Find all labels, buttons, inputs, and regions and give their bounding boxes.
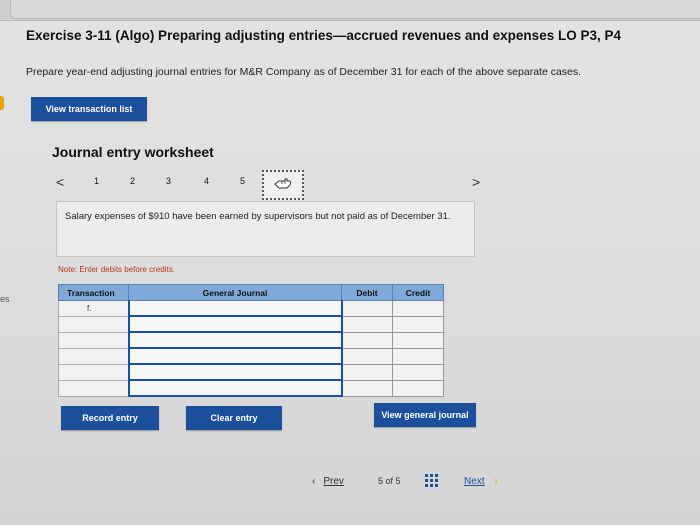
instructions-text: Prepare year-end adjusting journal entri…	[26, 66, 582, 78]
transaction-cell	[58, 363, 129, 381]
debit-column-header: Debit	[341, 284, 393, 301]
debit-input[interactable]	[341, 331, 393, 349]
pager-prev-arrow[interactable]: <	[56, 174, 64, 190]
account-input[interactable]	[127, 315, 343, 333]
debit-input[interactable]	[341, 347, 393, 365]
account-input[interactable]	[127, 363, 343, 381]
credit-input[interactable]	[392, 363, 444, 381]
general-journal-column-header: General Journal	[128, 284, 342, 301]
credit-input[interactable]	[392, 379, 444, 397]
debit-input[interactable]	[341, 363, 393, 381]
question-navigation: ‹ Prev 5 of 5 Next ›	[310, 472, 510, 492]
question-counter: 5 of 5	[378, 476, 401, 486]
transaction-cell: f.	[58, 300, 129, 317]
page-title: Exercise 3-11 (Algo) Preparing adjusting…	[26, 28, 621, 43]
credit-column-header: Credit	[392, 284, 444, 301]
debits-note: Note: Enter debits before credits.	[58, 265, 175, 274]
credit-input[interactable]	[392, 300, 444, 317]
journal-row: f.	[58, 300, 444, 317]
pager-page-5[interactable]: 5	[240, 176, 245, 186]
journal-row	[58, 347, 444, 365]
pager-page-4[interactable]: 4	[204, 176, 209, 186]
record-entry-button[interactable]: Record entry	[61, 406, 159, 430]
account-input[interactable]	[127, 379, 343, 397]
account-input[interactable]	[127, 347, 343, 365]
view-transaction-list-button[interactable]: View transaction list	[31, 97, 147, 121]
journal-row	[58, 363, 444, 381]
transaction-cell	[58, 331, 129, 349]
chevron-left-icon: ‹	[312, 476, 316, 487]
clear-entry-button[interactable]: Clear entry	[186, 406, 282, 430]
transaction-cell	[58, 315, 129, 333]
chevron-right-icon: ›	[494, 474, 498, 488]
account-input[interactable]	[127, 300, 343, 317]
side-edge-text: es	[0, 294, 10, 304]
journal-row	[58, 379, 444, 397]
journal-entry-table: Transaction General Journal Debit Credit…	[58, 284, 444, 397]
side-tab-indicator[interactable]	[0, 96, 4, 110]
pager-page-1[interactable]: 1	[94, 176, 99, 186]
transaction-cell	[58, 347, 129, 365]
journal-header-row: Transaction General Journal Debit Credit	[58, 284, 444, 301]
journal-row	[58, 315, 444, 333]
transaction-prompt-box: Salary expenses of $910 have been earned…	[56, 201, 475, 257]
prev-label: Prev	[323, 476, 344, 487]
credit-input[interactable]	[392, 347, 444, 365]
account-input[interactable]	[127, 331, 343, 349]
pointer-hand-icon	[273, 176, 293, 195]
debit-input[interactable]	[341, 315, 393, 333]
debit-input[interactable]	[341, 379, 393, 397]
credit-input[interactable]	[392, 315, 444, 333]
pager-next-arrow[interactable]: >	[472, 174, 480, 190]
worksheet-title: Journal entry worksheet	[52, 144, 214, 160]
pager-page-3[interactable]: 3	[166, 176, 171, 186]
top-bar	[10, 0, 700, 19]
prev-button[interactable]: ‹ Prev	[312, 476, 344, 487]
transaction-column-header: Transaction	[58, 284, 129, 301]
credit-input[interactable]	[392, 331, 444, 349]
transaction-prompt-text: Salary expenses of $910 have been earned…	[65, 211, 451, 222]
next-button[interactable]: Next	[464, 476, 485, 487]
worksheet-pager: < 1 2 3 4 5 >	[52, 170, 492, 200]
grid-icon[interactable]	[425, 474, 438, 487]
page-top-edge	[0, 0, 700, 21]
debit-input[interactable]	[341, 300, 393, 317]
pager-current-page[interactable]	[262, 170, 304, 200]
view-general-journal-button[interactable]: View general journal	[374, 403, 476, 427]
pager-page-2[interactable]: 2	[130, 176, 135, 186]
transaction-cell	[58, 379, 129, 397]
journal-row	[58, 331, 444, 349]
